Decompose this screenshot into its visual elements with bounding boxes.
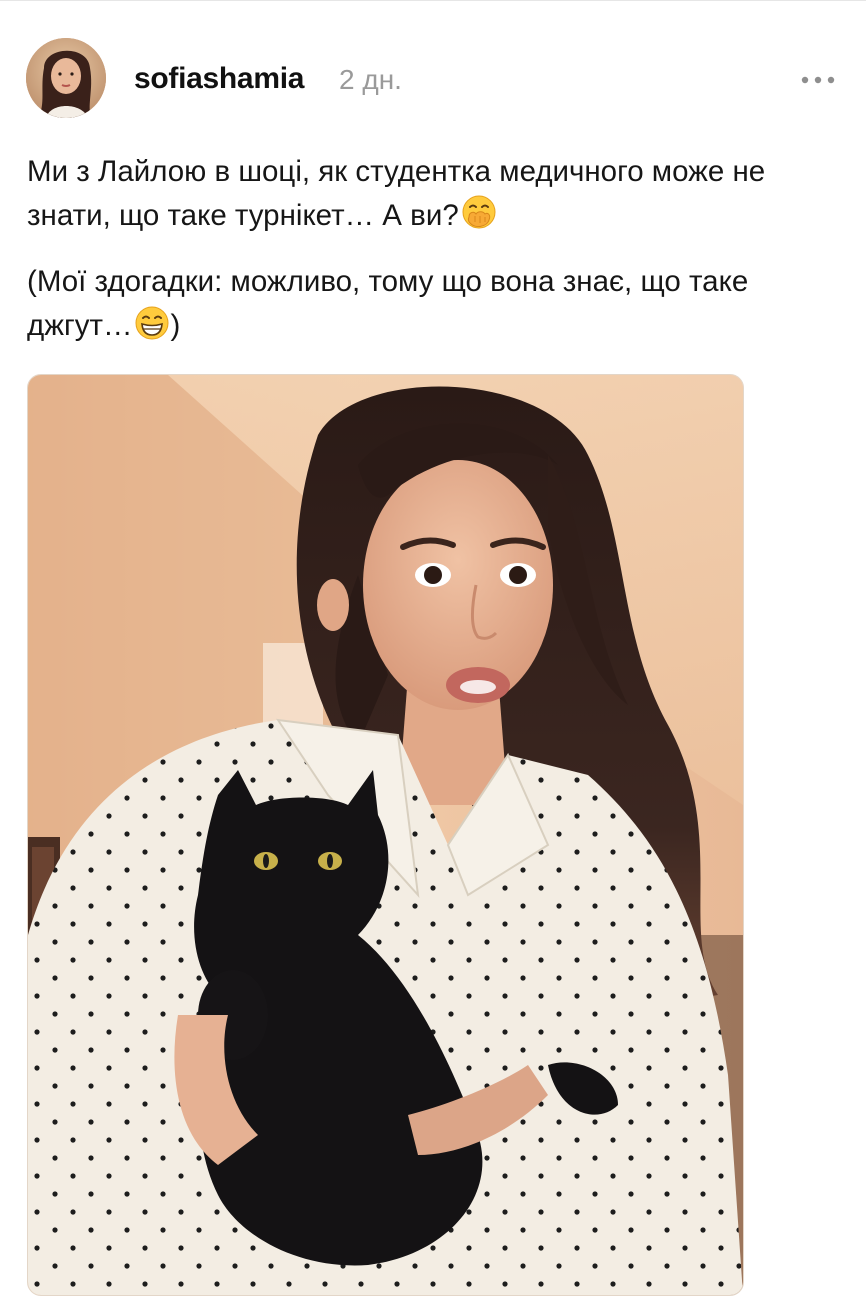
more-options-button[interactable] [796, 66, 840, 94]
caption-paragraph-1: Ми з Лайлою в шоці, як студентка медично… [27, 150, 827, 238]
avatar-photo [26, 38, 106, 118]
post-caption: Ми з Лайлою в шоці, як студентка медично… [27, 150, 827, 370]
user-avatar[interactable] [26, 38, 106, 118]
grinning-face-emoji [135, 306, 169, 340]
face-with-hand-over-mouth-emoji [462, 195, 496, 229]
caption-paragraph-2: (Мої здогадки: можливо, тому що вона зна… [27, 260, 827, 348]
post-timestamp: 2 дн. [339, 64, 402, 95]
photo-illustration [28, 375, 743, 1295]
post-photo[interactable] [27, 374, 744, 1296]
post-header: sofiashamia 2 дн. [0, 0, 866, 150]
caption-text-2-end: ) [170, 309, 181, 342]
caption-text-1: Ми з Лайлою в шоці, як студентка медично… [27, 155, 766, 232]
username[interactable]: sofiashamia [134, 62, 304, 96]
more-horizontal-icon [801, 76, 835, 84]
